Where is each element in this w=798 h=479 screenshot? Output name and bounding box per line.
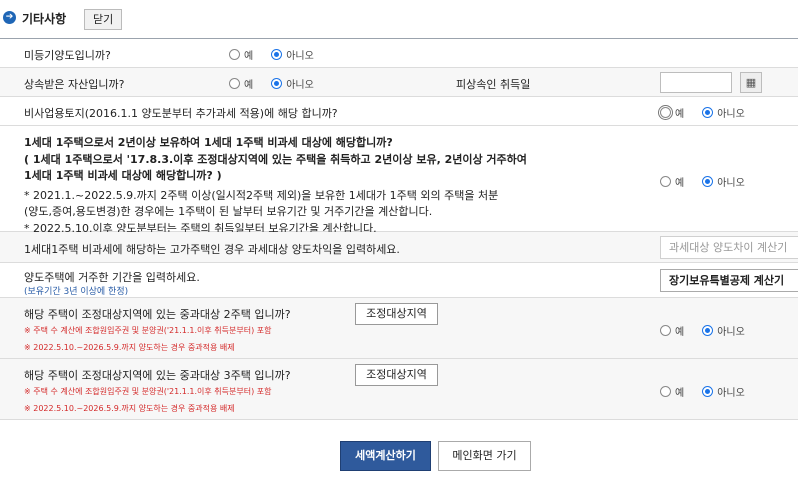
question-high-price-house: 1세대1주택 비과세에 해당하는 고가주택인 경우 과세대상 양도차익을 입력하… <box>24 243 400 256</box>
row-heavy-tax-2-houses: 해당 주택이 조정대상지역에 있는 중과대상 2주택 입니까? 조정대상지역 ※… <box>0 298 798 359</box>
holding-period-note: (양도,증여,용도변경)한 경우에는 1주택이 된 날부터 보유기간 및 거주기… <box>24 205 433 218</box>
radio-group-non-business-land: 예 아니오 <box>660 105 763 120</box>
house-count-note: ※ 주택 수 계산에 조합원입주권 및 분양권('21.1.1.이후 취득분부터… <box>24 326 272 335</box>
radio-no[interactable] <box>271 78 283 89</box>
row-heavy-tax-3-houses: 해당 주택이 조정대상지역에 있는 중과대상 3주택 입니까? 조정대상지역 ※… <box>0 359 798 420</box>
decedent-acquisition-date-input[interactable] <box>660 72 732 93</box>
exclusion-period-note: ※ 2022.5.10.~2026.5.9.까지 양도하는 경우 중과적용 배제 <box>24 343 235 352</box>
radio-group-inherited: 예 아니오 <box>229 76 332 91</box>
calculate-tax-button[interactable]: 세액계산하기 <box>340 441 431 471</box>
radio-group-one-house-exemption: 예 아니오 <box>660 174 763 189</box>
radio-yes[interactable] <box>660 107 671 118</box>
radio-no[interactable] <box>702 325 714 336</box>
radio-group-heavy-tax-3-houses: 예 아니오 <box>660 384 763 399</box>
radio-group-heavy-tax-2-houses: 예 아니오 <box>660 323 763 338</box>
question-heavy-tax-3-houses: 해당 주택이 조정대상지역에 있는 중과대상 3주택 입니까? <box>24 369 291 382</box>
long-term-deduction-calculator-button[interactable]: 장기보유특별공제 계산기 <box>660 269 798 292</box>
decedent-acquisition-date-label: 피상속인 취득일 <box>456 78 531 91</box>
adjusted-area-button[interactable]: 조정대상지역 <box>355 303 438 325</box>
exclusion-period-note: ※ 2022.5.10.~2026.5.9.까지 양도하는 경우 중과적용 배제 <box>24 404 235 413</box>
question-one-house-detail: ( 1세대 1주택으로서 '17.8.3.이후 조정대상지역에 있는 주택을 취… <box>24 153 527 166</box>
residence-period-note: (보유기간 3년 이상에 한정) <box>24 287 129 297</box>
radio-group-unregistered: 예 아니오 <box>229 47 332 62</box>
question-unregistered: 미등기양도입니까? <box>24 49 111 62</box>
radio-no[interactable] <box>702 107 714 118</box>
arrow-right-circle-icon: ➔ <box>3 11 16 24</box>
row-unregistered: 미등기양도입니까? 예 아니오 <box>0 39 798 68</box>
radio-no[interactable] <box>271 49 283 60</box>
row-high-price-house: 1세대1주택 비과세에 해당하는 고가주택인 경우 과세대상 양도차익을 입력하… <box>0 232 798 263</box>
section-header: ➔ 기타사항 닫기 <box>0 8 798 32</box>
radio-yes[interactable] <box>660 176 671 187</box>
adjusted-area-button[interactable]: 조정대상지역 <box>355 364 438 386</box>
question-table: 미등기양도입니까? 예 아니오 상속받은 자산입니까? 예 아니오 피상속인 취… <box>0 38 798 420</box>
row-one-house-exemption: 1세대 1주택으로서 2년이상 보유하여 1세대 1주택 비과세 대상에 해당합… <box>0 126 798 235</box>
go-main-button[interactable]: 메인화면 가기 <box>438 441 531 471</box>
house-count-note: ※ 주택 수 계산에 조합원입주권 및 분양권('21.1.1.이후 취득분부터… <box>24 387 272 396</box>
question-one-house-detail: 1세대 1주택 비과세 대상에 해당합니까? ) <box>24 169 222 182</box>
radio-yes[interactable] <box>229 49 240 60</box>
radio-yes[interactable] <box>229 78 240 89</box>
question-one-house-exemption: 1세대 1주택으로서 2년이상 보유하여 1세대 1주택 비과세 대상에 해당합… <box>24 136 393 149</box>
question-non-business-land: 비사업용토지(2016.1.1 양도분부터 추가과세 적용)에 해당 합니까? <box>24 107 338 120</box>
close-button[interactable]: 닫기 <box>84 9 123 30</box>
question-heavy-tax-2-houses: 해당 주택이 조정대상지역에 있는 중과대상 2주택 입니까? <box>24 308 291 321</box>
section-title: 기타사항 <box>22 12 67 26</box>
row-residence-period: 양도주택에 거주한 기간을 입력하세요. (보유기간 3년 이상에 한정) 장기… <box>0 263 798 298</box>
radio-no[interactable] <box>702 176 714 187</box>
radio-yes[interactable] <box>660 386 671 397</box>
holding-period-note: * 2021.1.~2022.5.9.까지 2주택 이상(일시적2주택 제외)을… <box>24 189 499 202</box>
radio-no[interactable] <box>702 386 714 397</box>
row-non-business-land: 비사업용토지(2016.1.1 양도분부터 추가과세 적용)에 해당 합니까? … <box>0 97 798 126</box>
row-inherited: 상속받은 자산입니까? 예 아니오 피상속인 취득일 ▦ <box>0 68 798 97</box>
radio-yes[interactable] <box>660 325 671 336</box>
taxable-gain-calculator-button[interactable]: 과세대상 양도차이 계산기 <box>660 236 798 259</box>
question-inherited: 상속받은 자산입니까? <box>24 78 125 91</box>
question-residence-period: 양도주택에 거주한 기간을 입력하세요. <box>24 271 200 284</box>
calendar-icon[interactable]: ▦ <box>740 72 762 93</box>
